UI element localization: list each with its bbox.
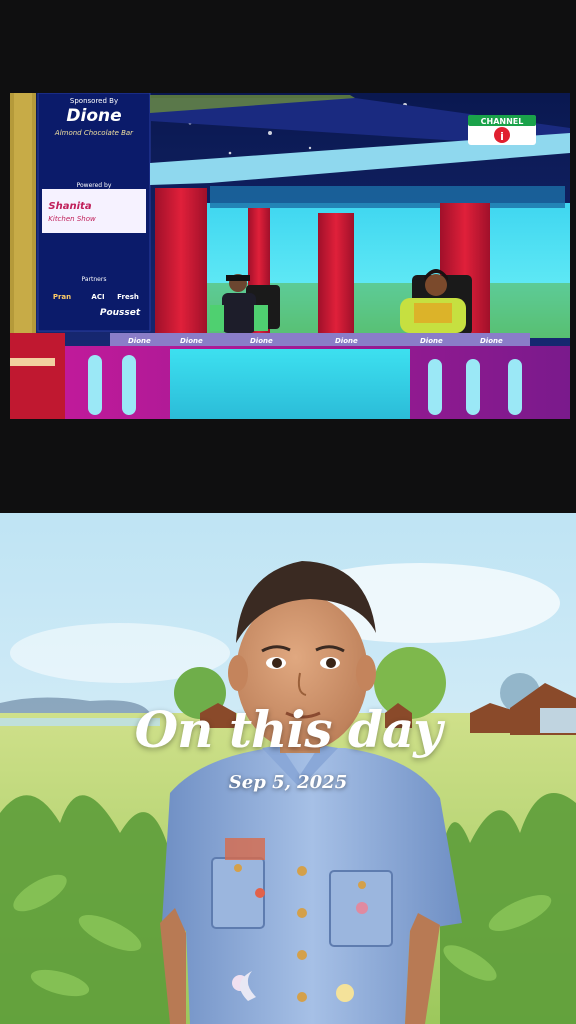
desk-brand-label: Dione [335, 337, 358, 345]
sponsor-label: Sponsored By [70, 97, 118, 105]
boy-in-field-illustration [0, 513, 576, 1024]
on-this-day-title: On this day [134, 700, 443, 759]
desk-brand-label: Dione [420, 337, 443, 345]
tv-studio-scene: Sponsored By Dione Almond Chocolate Bar … [10, 93, 570, 419]
powered-label: Powered by [77, 182, 112, 189]
sponsor-brand-sub: Almond Chocolate Bar [54, 129, 134, 137]
memory-date: Sep 5, 2025 [228, 772, 348, 793]
partner-name: Fresh [117, 293, 139, 301]
desk-brand-label: Dione [480, 337, 503, 345]
tv-show-video-frame[interactable]: Sponsored By Dione Almond Chocolate Bar … [10, 93, 570, 419]
channel-logo: CHANNEL i [468, 115, 536, 145]
partners-label: Partners [82, 276, 107, 283]
desk-brand-label: Dione [250, 337, 273, 345]
partner-name: Pran [53, 293, 71, 301]
powered-sub: Kitchen Show [48, 215, 96, 223]
desk-brand-label: Dione [180, 337, 203, 345]
memory-video-frame[interactable] [0, 513, 576, 1024]
desk-brand-label: Dione [128, 337, 151, 345]
powered-brand: Shanita [48, 201, 91, 212]
partner-name: ACI [91, 293, 104, 301]
channel-logo-number: i [500, 130, 504, 143]
partner-name: Pousset [100, 308, 141, 318]
sponsor-brand: Dione [66, 106, 121, 126]
channel-logo-text: CHANNEL [481, 117, 524, 126]
